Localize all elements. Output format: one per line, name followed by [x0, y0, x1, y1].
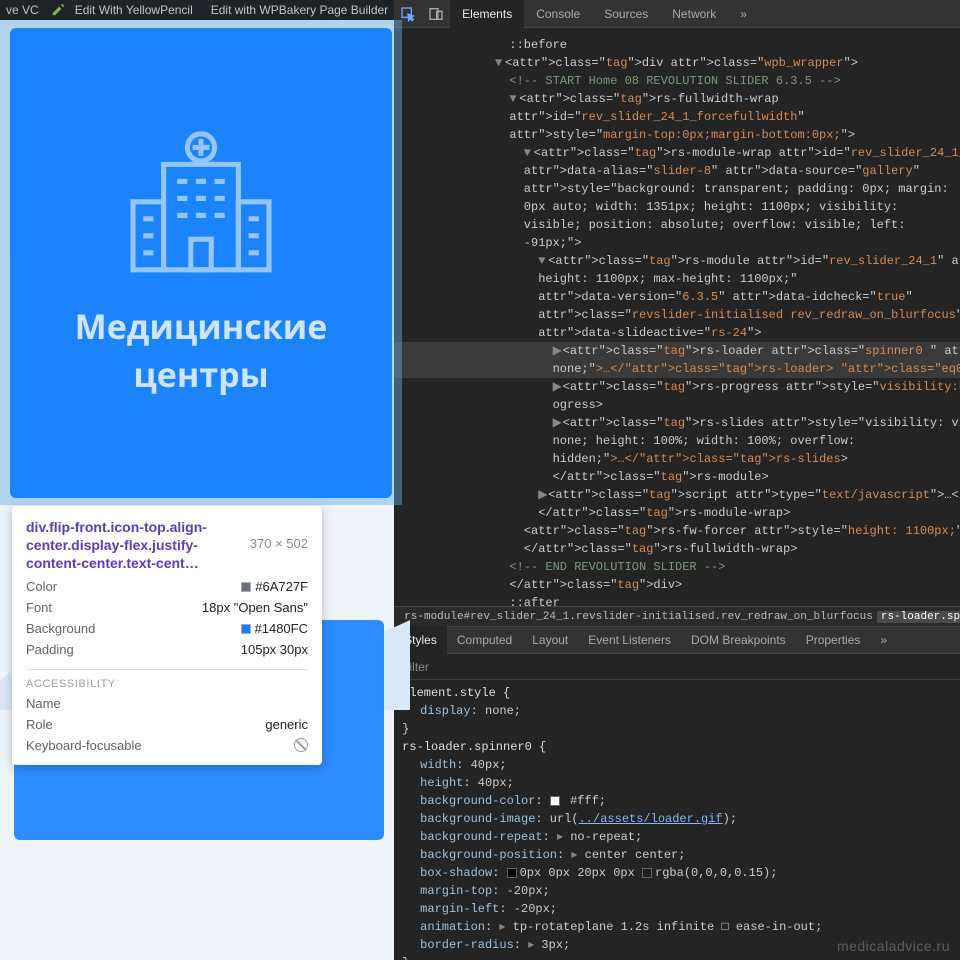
breadcrumb-item[interactable]: rs-module#rev_slider_24_1.revslider-init…: [400, 611, 877, 623]
admin-bar-item[interactable]: Edit with WPBakery Page Builder: [205, 3, 394, 17]
element-inspect-tooltip: div.flip-front.icon-top.align-center.dis…: [12, 506, 322, 765]
tab-elements[interactable]: Elements: [450, 0, 524, 28]
tab-sources[interactable]: Sources: [592, 0, 660, 28]
styles-subtabs: Styles Computed Layout Event Listeners D…: [394, 626, 960, 654]
admin-bar-item-yellowpencil[interactable]: Edit With YellowPencil: [45, 3, 205, 17]
subtab-eventlisteners[interactable]: Event Listeners: [578, 626, 681, 654]
tooltip-selector: div.flip-front.icon-top.align-center.dis…: [26, 518, 246, 573]
subtab-layout[interactable]: Layout: [522, 626, 578, 654]
breadcrumb-item[interactable]: rs-loader.spinner0.: [877, 611, 960, 623]
styles-rules[interactable]: element.style {display: none;}rs-loader.…: [394, 680, 960, 960]
tooltip-dimensions: 370 × 502: [250, 536, 308, 551]
ban-icon: [294, 738, 308, 752]
device-toolbar-button[interactable]: [422, 0, 450, 28]
subtab-properties[interactable]: Properties: [796, 626, 871, 654]
wp-admin-bar: ve VC Edit With YellowPencil Edit with W…: [0, 0, 394, 20]
tab-console[interactable]: Console: [524, 0, 592, 28]
devtools-panel: Elements Console Sources Network » ▲ 1 ⚙…: [394, 0, 960, 960]
admin-bar-item[interactable]: ve VC: [0, 3, 45, 17]
breadcrumb-trail[interactable]: rs-module#rev_slider_24_1.revslider-init…: [394, 606, 960, 626]
card-title: Медицинскиецентры: [75, 303, 328, 398]
watermark: medicaladvice.ru: [837, 938, 950, 954]
styles-filter-bar: Filter :hov .cls + ▤: [394, 654, 960, 680]
medical-centers-card[interactable]: Медицинскиецентры: [10, 28, 392, 498]
devtools-tabs: Elements Console Sources Network »: [450, 0, 960, 28]
dom-tree[interactable]: ::before ▼<attr">class="tag">div attr">c…: [394, 28, 960, 606]
subtabs-overflow[interactable]: »: [870, 626, 897, 654]
tabs-overflow[interactable]: »: [728, 0, 759, 28]
tab-network[interactable]: Network: [660, 0, 728, 28]
devtools-toolbar: Elements Console Sources Network » ▲ 1 ⚙…: [394, 0, 960, 28]
subtab-computed[interactable]: Computed: [447, 626, 522, 654]
pencil-icon: [51, 3, 65, 17]
subtab-dombreakpoints[interactable]: DOM Breakpoints: [681, 626, 796, 654]
hospital-icon: [116, 127, 286, 297]
